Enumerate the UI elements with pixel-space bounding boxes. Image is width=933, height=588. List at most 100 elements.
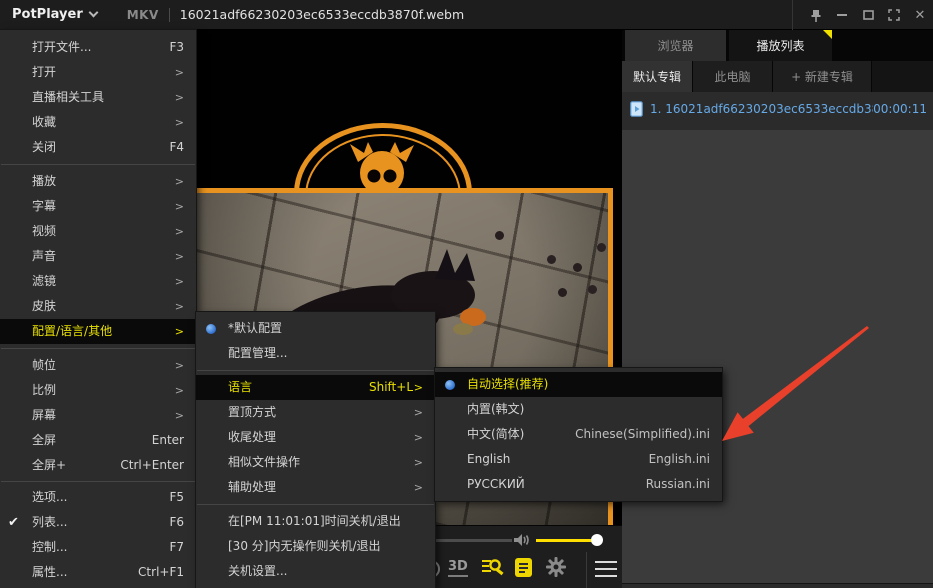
submenu-item-similar-files[interactable]: 相似文件操作 xyxy=(196,450,435,475)
submenu-arrow-icon xyxy=(174,60,184,85)
minimize-button[interactable] xyxy=(829,0,855,30)
title-bar: PotPlayer MKV 16021adf66230203ec6533eccd… xyxy=(0,0,933,30)
submenu-arrow-icon xyxy=(174,403,184,428)
language-item-built-in-korean[interactable]: 内置(韩文) xyxy=(435,397,722,422)
gear-icon[interactable] xyxy=(546,557,566,577)
menu-item-aspect-ratio[interactable]: 比例 xyxy=(0,378,196,403)
menu-item-fullscreen-plus[interactable]: 全屏+Ctrl+Enter xyxy=(0,453,196,478)
close-icon: ✕ xyxy=(915,7,926,23)
playlist-footer: 添加 删除 排序 xyxy=(622,583,933,588)
language-item-english[interactable]: EnglishEnglish.ini xyxy=(435,447,722,472)
speaker-icon[interactable] xyxy=(512,532,530,548)
playlist-item[interactable]: 1. 16021adf66230203ec6533eccdb3870f.we..… xyxy=(622,96,933,122)
submenu-arrow-icon xyxy=(413,375,423,400)
app-name: PotPlayer xyxy=(12,7,83,22)
submenu-arrow-icon xyxy=(413,425,423,450)
pin-button[interactable] xyxy=(803,0,829,30)
app-menu-button[interactable]: PotPlayer xyxy=(12,7,97,22)
menu-item-audio[interactable]: 声音 xyxy=(0,244,196,269)
maximize-button[interactable] xyxy=(855,0,881,30)
playlist-item-duration: 00:00:11 xyxy=(873,102,927,116)
menu-item-properties[interactable]: 属性...Ctrl+F1 xyxy=(0,560,196,585)
window-controls: ✕ xyxy=(792,0,933,30)
menu-item-playlist[interactable]: ✔列表...F6 xyxy=(0,510,196,535)
playlist-panel: 浏览器 播放列表 默认专辑 此电脑 + 新建专辑 1. xyxy=(622,30,933,588)
volume-knob[interactable] xyxy=(591,534,603,546)
radio-selected-icon xyxy=(206,324,216,334)
checkmark-icon: ✔ xyxy=(8,510,19,535)
media-file-icon xyxy=(630,101,643,117)
menu-hamburger-button[interactable] xyxy=(595,561,617,582)
fullscreen-button[interactable] xyxy=(881,0,907,30)
tab-playlist[interactable]: 播放列表 xyxy=(729,30,832,61)
playlist-search-icon[interactable] xyxy=(482,557,504,577)
menu-item-video[interactable]: 视频 xyxy=(0,219,196,244)
volume-slider[interactable] xyxy=(536,539,598,542)
submenu-arrow-icon xyxy=(174,85,184,110)
language-submenu: 自动选择(推荐) 内置(韩文) 中文(简体)Chinese(Simplified… xyxy=(435,368,722,501)
submenu-arrow-icon xyxy=(174,319,184,344)
chevron-down-icon xyxy=(88,8,98,18)
submenu-item-auxiliary[interactable]: 辅助处理 xyxy=(196,475,435,500)
close-button[interactable]: ✕ xyxy=(907,0,933,30)
potplayer-window: 3D xyxy=(0,0,933,588)
menu-item-screen[interactable]: 屏幕 xyxy=(0,403,196,428)
submenu-item-default-config[interactable]: *默认配置 xyxy=(196,316,435,341)
album-tabs: 默认专辑 此电脑 + 新建专辑 xyxy=(622,61,933,92)
submenu-item-shutdown-idle[interactable]: [30 分]内无操作则关机/退出 xyxy=(196,534,435,559)
title-divider xyxy=(169,8,170,22)
submenu-item-language[interactable]: 语言Shift+L xyxy=(196,375,435,400)
menu-item-favorites[interactable]: 收藏 xyxy=(0,110,196,135)
menu-item-subtitles[interactable]: 字幕 xyxy=(0,194,196,219)
menu-item-open[interactable]: 打开 xyxy=(0,60,196,85)
menu-item-live-tools[interactable]: 直播相关工具 xyxy=(0,85,196,110)
playlist-area: 1. 16021adf66230203ec6533eccdb3870f.we..… xyxy=(622,92,933,583)
game-marbles xyxy=(196,193,204,202)
3d-button[interactable]: 3D xyxy=(448,559,468,577)
menu-item-playback[interactable]: 播放 xyxy=(0,169,196,194)
minimize-icon xyxy=(837,14,847,16)
menu-item-frame[interactable]: 帧位 xyxy=(0,353,196,378)
submenu-arrow-icon xyxy=(174,244,184,269)
menu-separator xyxy=(1,164,195,165)
submenu-item-always-on-top[interactable]: 置顶方式 xyxy=(196,400,435,425)
window-controls-divider xyxy=(792,0,793,30)
menu-item-open-file[interactable]: 打开文件...F3 xyxy=(0,35,196,60)
menu-item-fullscreen[interactable]: 全屏Enter xyxy=(0,428,196,453)
language-item-russian[interactable]: РУССКИЙRussian.ini xyxy=(435,472,722,497)
menu-separator xyxy=(197,504,434,505)
submenu-arrow-icon xyxy=(174,194,184,219)
language-item-chinese-simplified[interactable]: 中文(简体)Chinese(Simplified).ini xyxy=(435,422,722,447)
submenu-item-playback-end[interactable]: 收尾处理 xyxy=(196,425,435,450)
submenu-arrow-icon xyxy=(174,219,184,244)
window-title-filename: 16021adf66230203ec6533eccdb3870f.webm xyxy=(180,7,464,22)
menu-separator xyxy=(197,370,434,371)
menu-item-filters[interactable]: 滤镜 xyxy=(0,269,196,294)
submenu-item-shutdown-time[interactable]: 在[PM 11:01:01]时间关机/退出 xyxy=(196,509,435,534)
language-item-auto-select[interactable]: 自动选择(推荐) xyxy=(435,372,722,397)
submenu-arrow-icon xyxy=(174,353,184,378)
playlist-row-strip: 1. 16021adf66230203ec6533eccdb3870f.we..… xyxy=(622,92,933,130)
menu-separator xyxy=(1,481,195,482)
menu-item-controls[interactable]: 控制...F7 xyxy=(0,535,196,560)
submenu-arrow-icon xyxy=(174,110,184,135)
control-divider xyxy=(586,552,587,588)
submenu-item-config-manager[interactable]: 配置管理... xyxy=(196,341,435,366)
album-tab-this-pc[interactable]: 此电脑 xyxy=(693,61,773,92)
submenu-arrow-icon xyxy=(413,400,423,425)
subtitle-icon[interactable] xyxy=(514,557,533,578)
menu-item-skins[interactable]: 皮肤 xyxy=(0,294,196,319)
album-tab-new[interactable]: + 新建专辑 xyxy=(773,61,872,92)
active-tab-corner-marker xyxy=(823,30,832,39)
fullscreen-icon xyxy=(888,9,900,21)
menu-item-config-language-misc[interactable]: 配置/语言/其他 xyxy=(0,319,196,344)
album-tab-default[interactable]: 默认专辑 xyxy=(622,61,693,92)
maximize-icon xyxy=(863,10,874,20)
tab-browser[interactable]: 浏览器 xyxy=(625,30,726,61)
main-context-menu: 打开文件...F3 打开 直播相关工具 收藏 关闭F4 播放 字幕 视频 声音 … xyxy=(0,30,196,588)
panel-tabs: 浏览器 播放列表 xyxy=(622,30,933,61)
submenu-item-shutdown-settings[interactable]: 关机设置... xyxy=(196,559,435,584)
playlist-item-title: 1. 16021adf66230203ec6533eccdb3870f.we..… xyxy=(650,102,873,116)
menu-item-options[interactable]: 选项...F5 xyxy=(0,485,196,510)
menu-item-close[interactable]: 关闭F4 xyxy=(0,135,196,160)
